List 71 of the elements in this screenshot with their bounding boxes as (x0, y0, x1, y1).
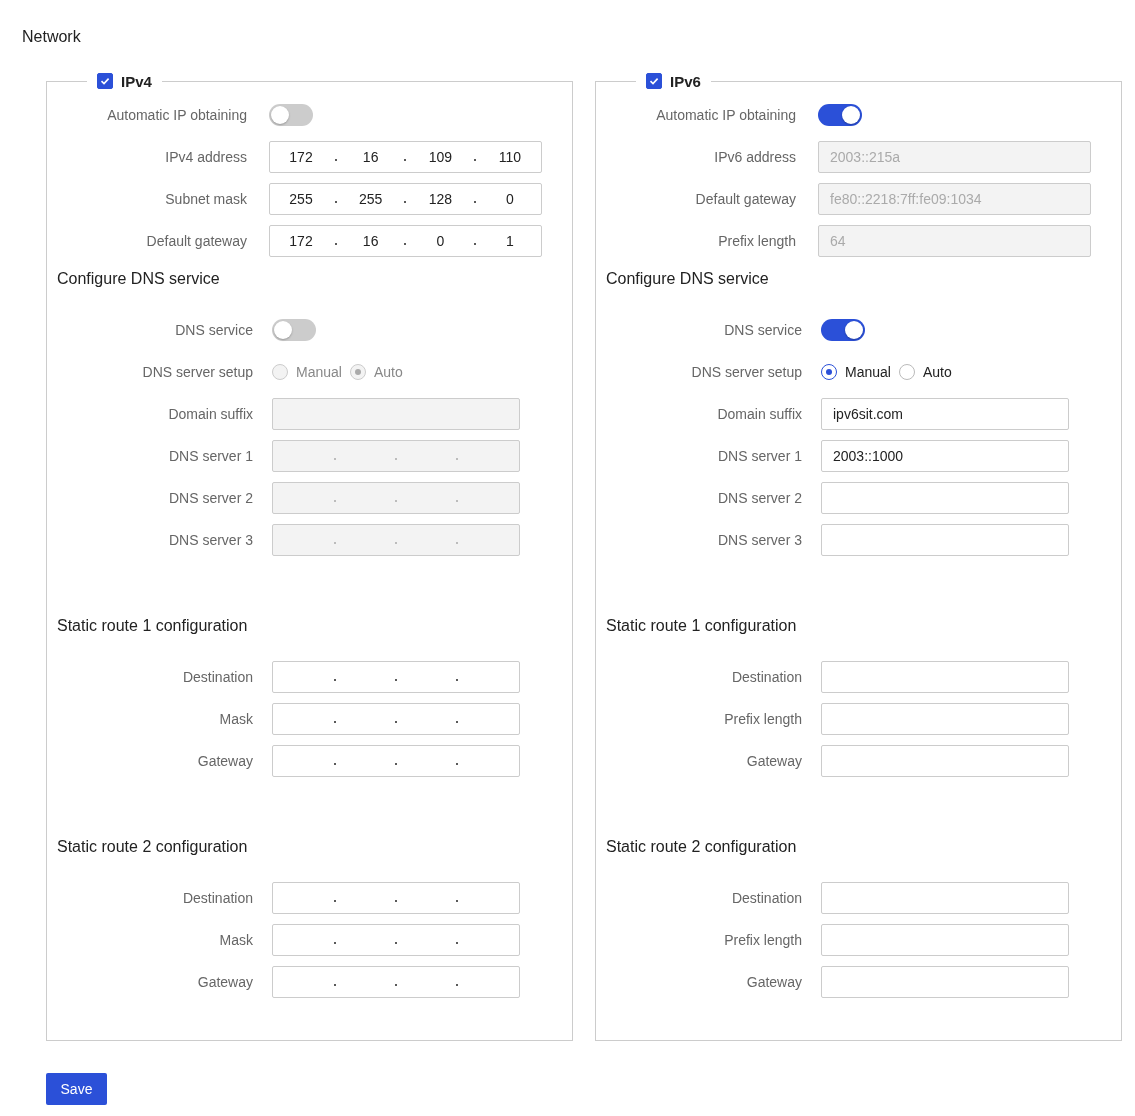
field-label: Mask (218, 932, 253, 948)
radio-button[interactable] (898, 364, 915, 380)
ip-address-field[interactable] (272, 882, 520, 914)
checkbox[interactable] (97, 73, 113, 89)
field-label: IPv4 address (164, 149, 247, 165)
field-label: Domain suffix (716, 406, 802, 422)
toggle-switch[interactable] (821, 319, 865, 341)
text-field[interactable] (821, 661, 1069, 693)
radio-button[interactable] (821, 364, 837, 380)
field-label: IPv6 address (713, 149, 796, 165)
field-label: DNS server 3 (716, 532, 802, 548)
field-label: Automatic IP obtaining (655, 107, 796, 123)
text-field[interactable] (821, 524, 1069, 556)
field-label: Destination (730, 669, 802, 685)
toggle-switch[interactable] (272, 319, 316, 341)
toggle-switch[interactable] (818, 104, 862, 126)
field-label: DNS server 3 (167, 532, 253, 548)
text-field[interactable] (821, 966, 1069, 998)
ip-address-field[interactable] (272, 924, 520, 956)
field-label: Gateway (745, 974, 802, 990)
field-label: Prefix length (723, 711, 802, 727)
ip-address-field[interactable] (272, 661, 520, 693)
field-label: Prefix length (717, 233, 796, 249)
radio-label[interactable]: Manual (845, 364, 891, 380)
text-field[interactable]: ipv6sit.com (821, 398, 1069, 430)
panel-title: IPv4 (121, 72, 152, 90)
panel-title: IPv6 (670, 72, 701, 90)
field-label: Automatic IP obtaining (106, 107, 247, 123)
ip-address-field[interactable]: 172 16 0 1 (269, 225, 542, 257)
text-field[interactable] (821, 745, 1069, 777)
field-label: Default gateway (694, 191, 796, 207)
field-label: DNS service (174, 322, 253, 338)
field-label: DNS server 2 (167, 490, 253, 506)
field-label: Gateway (196, 753, 253, 769)
checkbox[interactable] (646, 73, 662, 89)
text-field[interactable] (821, 924, 1069, 956)
text-field[interactable] (821, 882, 1069, 914)
field-label: DNS service (723, 322, 802, 338)
ip-address-field[interactable] (272, 966, 520, 998)
field-label: DNS server setup (690, 364, 802, 380)
section-heading: Static route 1 configuration (606, 616, 798, 636)
section-heading: Static route 2 configuration (606, 837, 798, 857)
ip-address-field[interactable] (272, 703, 520, 735)
field-label: Mask (218, 711, 253, 727)
save-button[interactable]: Save (46, 1073, 107, 1105)
field-label: Default gateway (145, 233, 247, 249)
field-label: DNS server 2 (716, 490, 802, 506)
section-heading: Static route 1 configuration (57, 616, 249, 636)
section-heading: Configure DNS service (606, 269, 770, 289)
page-title: Network (22, 27, 82, 47)
field-label: Destination (730, 890, 802, 906)
text-field[interactable]: 2003::1000 (821, 440, 1069, 472)
text-field[interactable] (821, 703, 1069, 735)
field-label: Gateway (745, 753, 802, 769)
field-label: Destination (181, 669, 253, 685)
radio-label[interactable]: Auto (922, 364, 952, 380)
ip-address-field[interactable] (272, 745, 520, 777)
field-label: DNS server 1 (167, 448, 253, 464)
field-label: DNS server 1 (716, 448, 802, 464)
ip-address-field[interactable]: 255 255 128 0 (269, 183, 542, 215)
text-field[interactable] (821, 482, 1069, 514)
field-label: Prefix length (723, 932, 802, 948)
toggle-switch[interactable] (269, 104, 313, 126)
ip-address-field[interactable]: 172 16 109 110 (269, 141, 542, 173)
field-label: Destination (181, 890, 253, 906)
field-label: Subnet mask (164, 191, 247, 207)
field-label: DNS server setup (141, 364, 253, 380)
section-heading: Static route 2 configuration (57, 837, 249, 857)
field-label: Domain suffix (167, 406, 253, 422)
section-heading: Configure DNS service (57, 269, 221, 289)
field-label: Gateway (196, 974, 253, 990)
